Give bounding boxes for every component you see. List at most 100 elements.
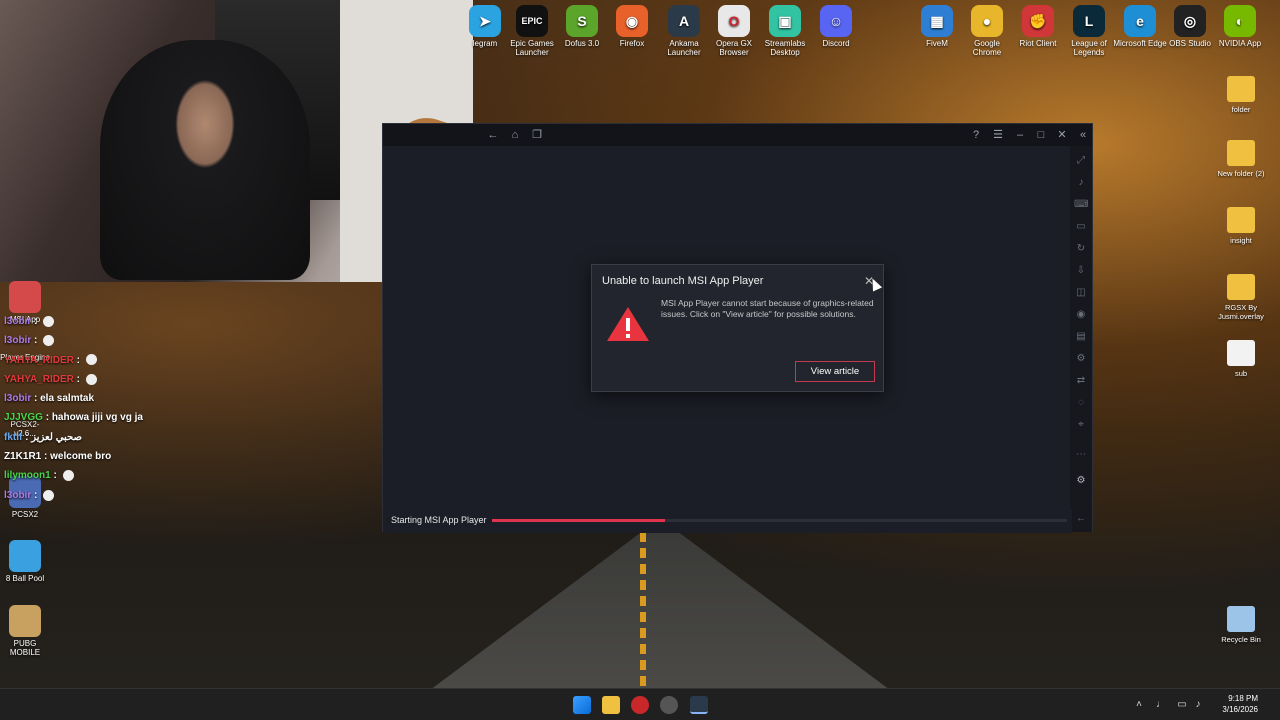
desktop-icon-obs[interactable]: ◎ OBS Studio	[1162, 5, 1218, 48]
player-titlebar[interactable]: ← ⌂ ❐ ? ☰ – □ ✕ «	[383, 124, 1092, 146]
clock-date: 3/16/2026	[1222, 705, 1258, 714]
rotate-icon[interactable]: ↻	[1074, 242, 1088, 256]
location-icon[interactable]: ⌖	[1074, 418, 1088, 432]
view-article-button[interactable]: View article	[795, 361, 875, 382]
chat-text: ela salmtak	[40, 393, 95, 405]
desktop-icon-pubg[interactable]: PUBG MOBILE	[0, 605, 50, 657]
player-status-bar: Starting MSI App Player	[383, 509, 1072, 533]
desktop-icon-recycle[interactable]: Recycle Bin	[1211, 606, 1271, 644]
desktop-icon-chrome[interactable]: ● Google Chrome	[959, 5, 1015, 57]
chat-message: fktlf : صحبي لعزيز	[4, 428, 184, 447]
msi-player-taskbar-icon[interactable]	[690, 696, 708, 714]
fullscreen-icon[interactable]: ⤢	[1074, 154, 1088, 168]
help-icon[interactable]: ?	[968, 127, 984, 143]
install-apk-icon[interactable]: ⇩	[1074, 264, 1088, 278]
desktop-icon-lol[interactable]: L League of Legends	[1061, 5, 1117, 57]
microphone-icon[interactable]: ♩	[1155, 699, 1167, 711]
desktop-icon-streamlabs[interactable]: ▣ Streamlabs Desktop	[757, 5, 813, 57]
settings-icon[interactable]: ⚙	[1074, 474, 1088, 488]
folder-icon	[1227, 274, 1255, 300]
volume-icon[interactable]: ♪	[1074, 176, 1088, 190]
8ball-icon	[9, 540, 41, 572]
desktop-icon-label: folder	[1231, 105, 1251, 114]
close-window-icon[interactable]: ✕	[1054, 127, 1070, 143]
menu-icon[interactable]: ☰	[990, 127, 1006, 143]
streamlabs-icon: ▣	[769, 5, 801, 37]
telegram-icon: ➤	[469, 5, 501, 37]
desktop-icon-discord[interactable]: ☺ Discord	[808, 5, 864, 48]
chat-separator: :	[31, 489, 41, 501]
more-icon[interactable]: ⋯	[1074, 448, 1088, 462]
chat-emote-icon	[85, 373, 97, 385]
taskbar-clock[interactable]: 9:18 PM 3/16/2026	[1222, 693, 1258, 715]
chat-message: YAHYA_RIDER :	[4, 370, 184, 389]
macro-icon[interactable]: ⚙	[1074, 352, 1088, 366]
chat-username: Z1K1R1	[4, 451, 42, 463]
desktop-icon-label: Recycle Bin	[1221, 635, 1261, 644]
desktop-icon-insight[interactable]: insight	[1211, 207, 1271, 245]
record-icon[interactable]: ◉	[1074, 308, 1088, 322]
desktop-icon-epic[interactable]: EPIC Epic Games Launcher	[504, 5, 560, 57]
multi-instance-icon[interactable]: ❐	[529, 127, 545, 143]
file-explorer-icon[interactable]	[602, 696, 620, 714]
chat-separator: :	[31, 316, 41, 327]
obs-taskbar-icon[interactable]	[660, 696, 678, 714]
desktop-icon-label: Opera GX Browser	[715, 39, 752, 57]
start-windows-icon[interactable]	[573, 696, 591, 714]
volume-tray-icon[interactable]: ♪	[1192, 699, 1204, 711]
keyboard-icon[interactable]: ⌨	[1074, 198, 1088, 212]
dialog-title: Unable to launch MSI App Player	[602, 275, 764, 287]
chat-message: l3obir :	[4, 486, 184, 505]
discord-icon: ☺	[820, 5, 852, 37]
firefox-icon: ◉	[616, 5, 648, 37]
minimize-icon[interactable]: –	[1012, 127, 1028, 143]
dialog-message: MSI App Player cannot start because of g…	[661, 298, 874, 319]
collapse-sidebar-icon[interactable]: «	[1075, 127, 1091, 143]
chat-username: l3obir	[4, 335, 32, 347]
maximize-icon[interactable]: □	[1033, 127, 1049, 143]
desktop-icon-label: OBS Studio	[1169, 39, 1211, 48]
desktop-icon-edge[interactable]: e Microsoft Edge	[1112, 5, 1168, 48]
chat-emote-icon	[43, 489, 55, 501]
back-icon[interactable]: ←	[485, 127, 501, 143]
chat-separator: :	[73, 354, 83, 366]
stream-chat-overlay: l3obir : l3obir : YAHYA_RIDER : YAHYA_RI…	[4, 312, 184, 505]
desktop-icon-8ball[interactable]: 8 Ball Pool	[0, 540, 50, 583]
screenshot-icon[interactable]: ◫	[1074, 286, 1088, 300]
desktop-icon-sub[interactable]: sub	[1211, 340, 1271, 378]
chat-separator: :	[31, 393, 41, 405]
folder-icon	[1227, 140, 1255, 166]
desktop-icon-label: Riot Client	[1019, 39, 1057, 48]
opera-icon: O	[718, 5, 750, 37]
desktop-icon-label: Streamlabs Desktop	[764, 39, 806, 57]
tray-overflow-icon[interactable]: ˄	[1133, 699, 1145, 711]
desktop-icon-ankama[interactable]: A Ankama Launcher	[656, 5, 712, 57]
desktop-icon-label: insight	[1230, 236, 1252, 245]
sync-icon[interactable]: ⇄	[1074, 374, 1088, 388]
screen-icon[interactable]: ▭	[1074, 220, 1088, 234]
chat-username: l3obir	[4, 489, 32, 501]
opera-gx-taskbar-icon[interactable]	[631, 696, 649, 714]
desktop-icon-new-folder[interactable]: New folder (2)	[1211, 140, 1271, 178]
eco-mode-icon[interactable]: ◌	[1074, 396, 1088, 410]
desktop-icon-folder[interactable]: folder	[1211, 76, 1271, 114]
chat-username: lilymoon1	[4, 470, 51, 482]
chat-username: l3obir	[4, 316, 32, 327]
desktop-icon-dofus[interactable]: S Dofus 3.0	[554, 5, 610, 48]
chat-separator: :	[22, 431, 32, 443]
home-icon[interactable]: ⌂	[507, 127, 523, 143]
desktop-icon-firefox[interactable]: ◉ Firefox	[604, 5, 660, 48]
desktop-icon-riot[interactable]: ✊ Riot Client	[1010, 5, 1066, 48]
chat-message: l3obir : ela salmtak	[4, 389, 184, 408]
folder-icon[interactable]: ▤	[1074, 330, 1088, 344]
folder-icon	[1227, 207, 1255, 233]
chat-text: صحبي لعزيز	[31, 431, 83, 443]
desktop-icon-fivem[interactable]: ▦ FiveM	[909, 5, 965, 48]
back-nav-icon[interactable]: ←	[1074, 512, 1088, 526]
network-icon[interactable]: ▭	[1176, 699, 1188, 711]
chat-emote-icon	[43, 335, 55, 347]
desktop-icon-opera[interactable]: O Opera GX Browser	[706, 5, 762, 57]
desktop-icon-rgsx[interactable]: RGSX By Jusmi.overlay	[1211, 274, 1271, 321]
webcam-streamer	[100, 40, 310, 280]
desktop-icon-nvidia[interactable]: ◐ NVIDIA App	[1212, 5, 1268, 48]
